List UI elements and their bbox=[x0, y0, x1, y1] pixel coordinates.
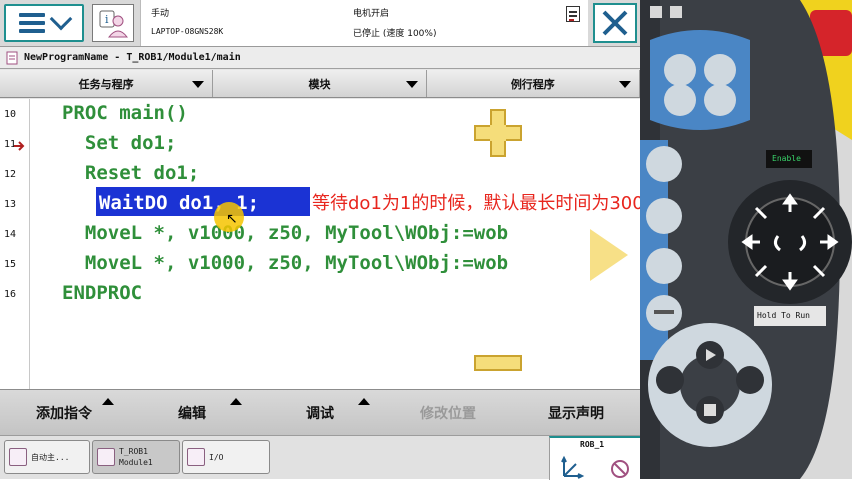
annotation-text: 等待do1为1的时候，默认最长时间为300秒 bbox=[312, 193, 640, 214]
code-line[interactable]: Reset do1; bbox=[62, 162, 199, 184]
tab-row: 任务与程序 模块 例行程序 bbox=[0, 70, 640, 98]
code-line[interactable]: PROC main() bbox=[62, 102, 188, 124]
operator-info-icon[interactable]: i bbox=[92, 4, 134, 42]
code-line[interactable]: ENDPROC bbox=[62, 282, 142, 304]
line-number: 12 bbox=[4, 169, 17, 180]
menu-up-arrow-icon bbox=[230, 398, 242, 405]
code-line[interactable]: MoveL *, v1000, z50, MyTool\WObj:=wob bbox=[62, 222, 508, 244]
task-label: T_ROB1 bbox=[119, 447, 148, 456]
program-pointer-icon bbox=[14, 141, 25, 151]
code-editor[interactable]: 10 11 12 13 14 15 16 PROC main() Set do1… bbox=[0, 99, 640, 389]
task-sublabel: Module1 bbox=[119, 458, 153, 467]
tab-modules[interactable]: 模块 bbox=[213, 70, 427, 97]
zoom-out-button[interactable] bbox=[474, 355, 522, 371]
svg-text:i: i bbox=[105, 13, 109, 26]
controller-name: LAPTOP-O8GNS28K bbox=[151, 27, 224, 36]
close-icon bbox=[602, 10, 628, 36]
io-icon bbox=[187, 448, 205, 466]
tab-label: 例行程序 bbox=[510, 77, 555, 91]
line-number: 14 bbox=[4, 229, 17, 240]
button-label: 调试 bbox=[306, 405, 334, 422]
program-icon bbox=[6, 51, 18, 64]
breadcrumb: NewProgramName - T_ROB1/Module1/main bbox=[0, 47, 640, 69]
button-label: 显示声明 bbox=[548, 405, 604, 422]
taskbar-auto-production[interactable]: 自动主... bbox=[4, 440, 90, 474]
chevron-down-icon bbox=[49, 7, 73, 31]
mouse-pointer-icon: ↖ bbox=[226, 211, 238, 227]
status-panel[interactable]: 手动 LAPTOP-O8GNS28K 电机开启 已停止 (速度 100%) bbox=[140, 0, 588, 46]
line-number: 13 bbox=[4, 199, 17, 210]
dropdown-arrow-icon bbox=[192, 81, 205, 88]
menu-up-arrow-icon bbox=[358, 398, 370, 405]
hamburger-icon bbox=[19, 13, 45, 33]
taskbar-program-editor[interactable]: T_ROB1 Module1 bbox=[92, 440, 180, 474]
button-label: 修改位置 bbox=[420, 405, 476, 422]
taskbar-io[interactable]: I/O bbox=[182, 440, 270, 474]
line-number: 10 bbox=[4, 109, 17, 120]
task-label: I/O bbox=[209, 452, 224, 462]
auto-production-icon bbox=[9, 448, 27, 466]
tab-routines[interactable]: 例行程序 bbox=[426, 70, 640, 97]
quickset-label: ROB_1 bbox=[580, 440, 605, 449]
hold-to-run-label: Hold To Run bbox=[757, 311, 810, 320]
line-number: 15 bbox=[4, 259, 17, 270]
dropdown-arrow-icon bbox=[618, 81, 631, 88]
top-bar: i 手动 LAPTOP-O8GNS28K 电机开启 已停止 (速度 100%) bbox=[0, 0, 640, 47]
quickset-button[interactable]: ROB_1 bbox=[549, 436, 640, 480]
taskbar: 自动主... T_ROB1 Module1 I/O ROB_1 bbox=[0, 435, 640, 480]
modify-position-button[interactable]: 修改位置 bbox=[384, 390, 512, 435]
add-instruction-button[interactable]: 添加指令 bbox=[0, 390, 128, 435]
breadcrumb-text: NewProgramName - T_ROB1/Module1/main bbox=[24, 52, 241, 63]
tab-tasks-and-programs[interactable]: 任务与程序 bbox=[0, 70, 214, 97]
motor-status: 电机开启 bbox=[353, 9, 390, 19]
zoom-in-button[interactable] bbox=[474, 109, 522, 157]
program-editor-icon bbox=[97, 448, 115, 466]
line-number-gutter: 10 11 12 13 14 15 16 bbox=[0, 99, 30, 389]
enable-label: Enable bbox=[772, 154, 801, 163]
code-line[interactable]: MoveL *, v1000, z50, MyTool\WObj:=wob bbox=[62, 252, 508, 274]
show-declaration-button[interactable]: 显示声明 bbox=[512, 390, 640, 435]
tab-label: 模块 bbox=[308, 77, 331, 91]
tab-label: 任务与程序 bbox=[78, 77, 134, 91]
teach-pendant-hardware: Enable Hold To Run bbox=[640, 0, 852, 479]
bottom-toolbar: 添加指令 编辑 调试 修改位置 显示声明 bbox=[0, 389, 640, 435]
run-state: 已停止 (速度 100%) bbox=[353, 29, 437, 39]
jog-frame-icon bbox=[561, 455, 629, 479]
edit-button[interactable]: 编辑 bbox=[128, 390, 256, 435]
button-label: 编辑 bbox=[178, 405, 206, 422]
code-line[interactable]: Set do1; bbox=[62, 132, 177, 154]
dropdown-arrow-icon bbox=[405, 81, 418, 88]
scroll-right-button[interactable] bbox=[590, 229, 628, 281]
main-menu-button[interactable] bbox=[4, 4, 84, 42]
close-button[interactable] bbox=[593, 3, 637, 43]
task-label: 自动主... bbox=[31, 452, 70, 462]
line-number: 16 bbox=[4, 289, 17, 300]
button-label: 添加指令 bbox=[36, 405, 92, 422]
menu-up-arrow-icon bbox=[102, 398, 114, 405]
event-log-icon bbox=[566, 6, 580, 22]
joystick[interactable] bbox=[736, 188, 844, 296]
debug-button[interactable]: 调试 bbox=[256, 390, 384, 435]
operation-mode: 手动 bbox=[151, 9, 170, 19]
flexpendant-screen: i 手动 LAPTOP-O8GNS28K 电机开启 已停止 (速度 100%) … bbox=[0, 0, 640, 480]
